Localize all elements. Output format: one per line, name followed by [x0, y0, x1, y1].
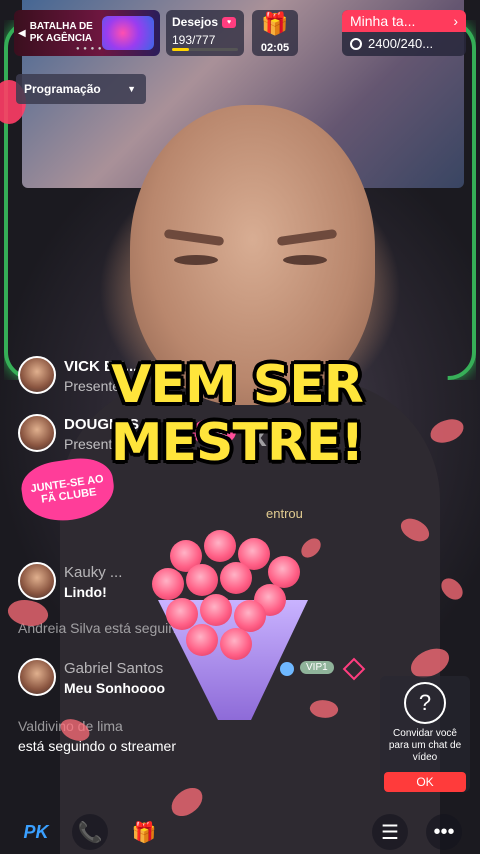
wishes-progress-bar: [172, 48, 238, 51]
my-task-panel[interactable]: Minha ta... › 2400/240...: [342, 10, 466, 56]
chat-username[interactable]: Kauky ...: [64, 564, 122, 581]
avatar[interactable]: [18, 562, 56, 600]
chat-text: Lindo!: [64, 584, 107, 600]
petal: [438, 574, 466, 604]
wishes-value: 193/777: [172, 33, 216, 47]
avatar[interactable]: [18, 658, 56, 696]
promo-sticker-text: VEM SER MESTRE!: [102, 356, 372, 472]
more-button[interactable]: •••: [426, 814, 462, 850]
pk-battle-banner[interactable]: ◀ BATALHA DE PK AGÊNCIA ● ● ● ●: [14, 10, 160, 56]
wishes-panel[interactable]: Desejos ♥ 193/777: [166, 10, 244, 56]
pk-banner-art: [102, 16, 154, 50]
chevron-left-icon[interactable]: ◀: [18, 28, 26, 39]
rose: [234, 600, 266, 632]
sticker-line-1: VEM SER: [111, 355, 364, 415]
video-call-button[interactable]: 📞: [72, 814, 108, 850]
brow: [276, 228, 338, 247]
schedule-label: Programação: [24, 82, 101, 96]
video-chat-invite-card[interactable]: ? Convidar você para um chat de vídeo OK: [380, 676, 470, 792]
pk-banner-title: BATALHA DE PK AGÊNCIA: [29, 21, 93, 44]
live-stream-view: ◀ BATALHA DE PK AGÊNCIA ● ● ● ● Desejos …: [0, 0, 480, 854]
pk-label: PK: [23, 821, 49, 842]
chevron-right-icon: ›: [453, 13, 458, 29]
rose: [186, 624, 218, 656]
heart-icon: ♥: [222, 16, 237, 28]
wishes-label: Desejos: [172, 15, 219, 29]
task-progress: 2400/240...: [368, 36, 434, 51]
petal: [428, 417, 466, 445]
rose: [268, 556, 300, 588]
task-body: 2400/240...: [342, 32, 466, 55]
schedule-dropdown[interactable]: Programação ▼: [16, 74, 146, 104]
chat-text: está seguindo o streamer: [18, 738, 176, 754]
wishes-progress-fill: [172, 48, 189, 51]
gift-timer: 02:05: [260, 42, 290, 54]
video-call-icon: 📞: [77, 821, 103, 844]
more-icon: •••: [433, 820, 455, 843]
rose: [152, 568, 184, 600]
carousel-dots: ● ● ● ●: [76, 46, 103, 52]
avatar[interactable]: [18, 356, 56, 394]
entered-notice: entrou: [266, 506, 303, 521]
rose: [186, 564, 218, 596]
brow: [163, 228, 225, 247]
menu-button[interactable]: ☰: [372, 814, 408, 850]
chevron-down-icon: ▼: [127, 84, 136, 94]
rose: [220, 562, 252, 594]
wishes-label-row: Desejos ♥: [172, 15, 238, 29]
clock-icon: [350, 37, 362, 50]
gift-button[interactable]: 🎁: [126, 814, 162, 850]
sticker-line-2: MESTRE!: [110, 413, 364, 473]
rose: [200, 594, 232, 626]
gift-icon: 🎁: [261, 11, 289, 36]
invite-ok-button[interactable]: OK: [384, 772, 466, 792]
avatar[interactable]: [18, 414, 56, 452]
invite-text: Convidar você para um chat de vídeo: [388, 728, 462, 763]
gift-timer-box[interactable]: 🎁 02:05: [252, 10, 298, 56]
eye: [174, 255, 218, 265]
eye: [283, 255, 327, 265]
rose: [204, 530, 236, 562]
question-icon: ?: [404, 682, 446, 724]
task-title: Minha ta...: [350, 13, 416, 29]
gift-icon: 🎁: [131, 821, 157, 844]
menu-icon: ☰: [381, 821, 399, 844]
rose: [220, 628, 252, 660]
bottom-action-bar: PK 📞 🎁 ☰ •••: [0, 808, 480, 854]
task-header: Minha ta... ›: [342, 10, 466, 32]
pk-button[interactable]: PK: [18, 814, 54, 850]
